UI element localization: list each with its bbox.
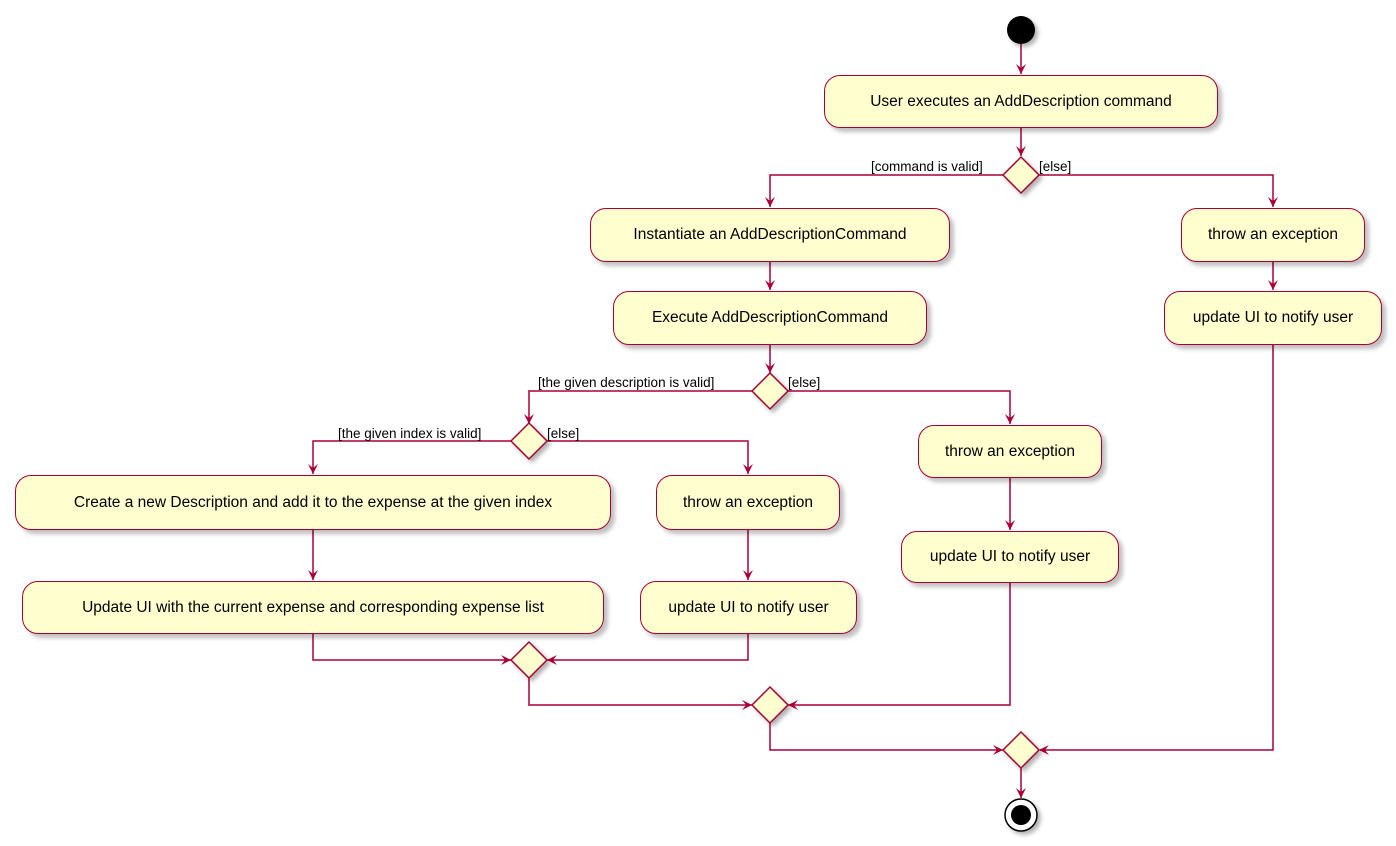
guard-index-else: [else] [547, 426, 580, 441]
guard-command-valid: [command is valid] [871, 159, 983, 174]
activity-execute: Execute AddDescriptionCommand [613, 291, 927, 345]
activity-throw-cmd: throw an exception [1181, 208, 1365, 262]
guard-command-else: [else] [1039, 159, 1072, 174]
activity-notify-index: update UI to notify user [640, 581, 857, 634]
activity-throw-desc: throw an exception [918, 425, 1102, 478]
activity-instantiate: Instantiate an AddDescriptionCommand [590, 208, 950, 262]
guard-index-valid: [the given index is valid] [338, 426, 482, 441]
activity-update-ui-list: Update UI with the current expense and c… [22, 581, 604, 634]
merge-index [509, 640, 549, 680]
merge-description [750, 685, 790, 725]
decision-command-valid [1001, 155, 1041, 195]
activity-user-executes: User executes an AddDescription command [824, 75, 1218, 128]
activity-notify-desc: update UI to notify user [901, 531, 1119, 583]
merge-command [1001, 730, 1041, 770]
activity-notify-cmd: update UI to notify user [1164, 291, 1382, 345]
activity-throw-index: throw an exception [656, 475, 840, 530]
end-node [1004, 798, 1038, 832]
decision-index-valid [509, 421, 549, 461]
decision-description-valid [750, 371, 790, 411]
start-node [1007, 16, 1035, 44]
activity-create-description: Create a new Description and add it to t… [15, 475, 611, 530]
guard-description-valid: [the given description is valid] [538, 375, 715, 390]
guard-description-else: [else] [788, 375, 821, 390]
